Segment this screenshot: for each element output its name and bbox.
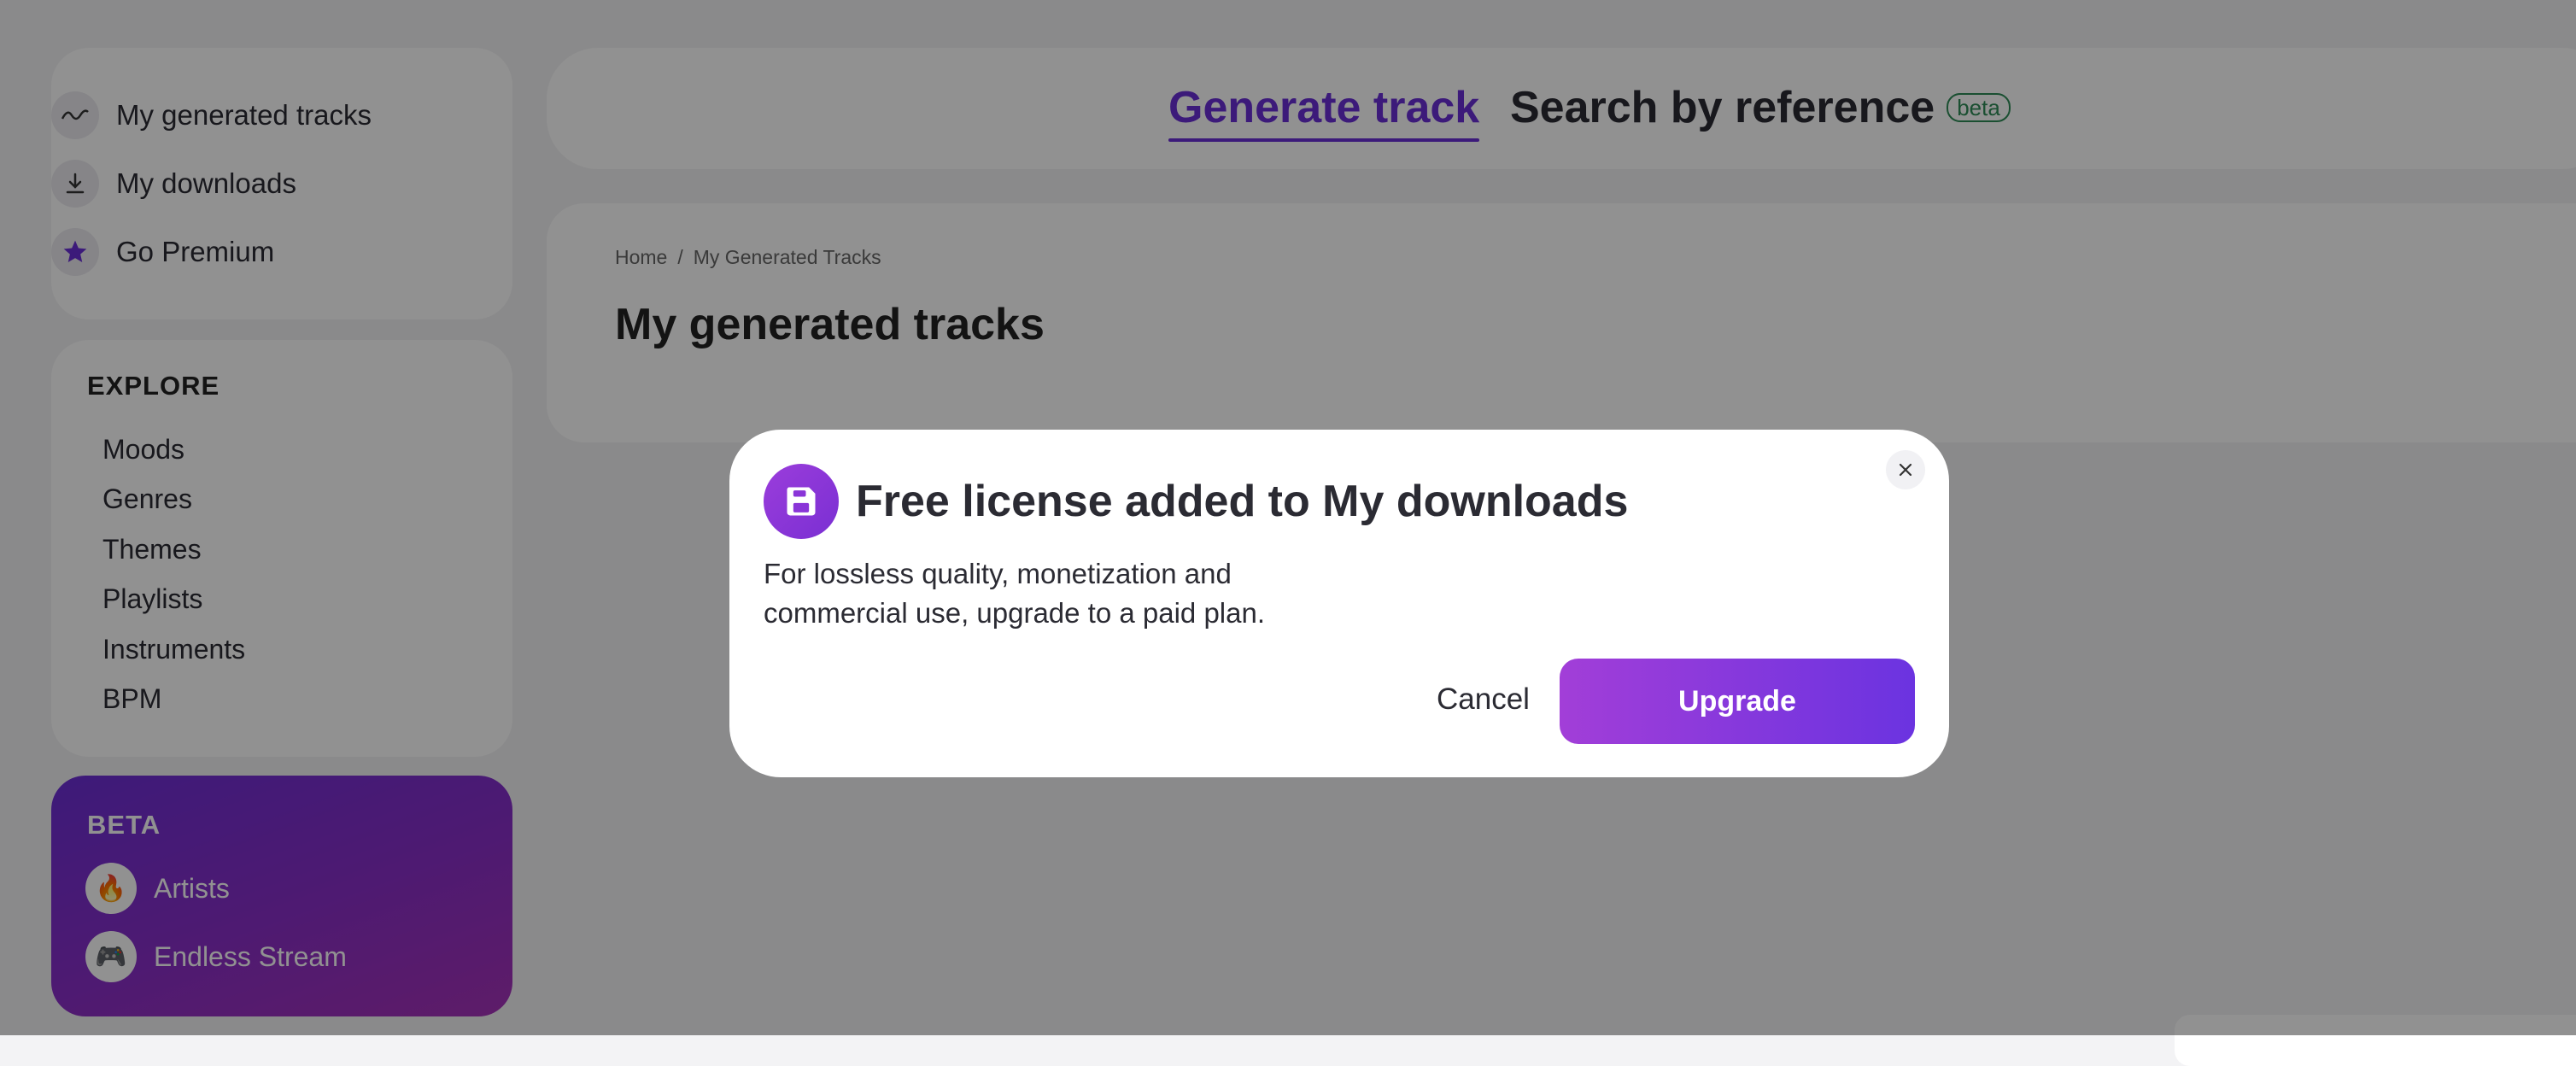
dialog-message: For lossless quality, monetization and c…	[764, 558, 1266, 629]
close-icon[interactable]	[1886, 450, 1925, 489]
license-dialog: Free license added to My downloads For l…	[729, 430, 1949, 777]
dialog-title: Free license added to My downloads	[856, 477, 1629, 526]
upgrade-button[interactable]: Upgrade	[1560, 659, 1915, 744]
cancel-button[interactable]: Cancel	[1437, 682, 1530, 717]
save-icon	[764, 464, 839, 539]
